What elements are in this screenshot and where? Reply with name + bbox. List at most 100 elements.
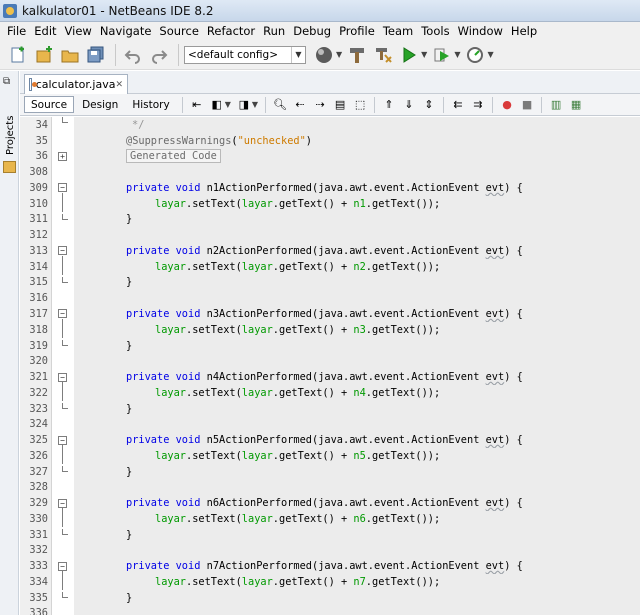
- clean-build-button[interactable]: [371, 43, 395, 67]
- code-line[interactable]: 332: [20, 542, 640, 559]
- menu-source[interactable]: Source: [155, 24, 203, 38]
- fold-toggle-icon[interactable]: −: [58, 498, 67, 508]
- chevron-down-icon[interactable]: ▼: [225, 100, 231, 109]
- new-project-button[interactable]: [32, 43, 56, 67]
- code-line[interactable]: 328: [20, 479, 640, 496]
- fold-toggle-icon[interactable]: −: [58, 183, 67, 193]
- code-line[interactable]: 335}: [20, 589, 640, 606]
- menu-profile[interactable]: Profile: [335, 24, 379, 38]
- code-line[interactable]: 309 private void n1ActionPerformed(java.a…: [20, 180, 640, 212]
- open-project-button[interactable]: [58, 43, 82, 67]
- chevron-down-icon[interactable]: ▼: [252, 100, 258, 109]
- menu-edit[interactable]: Edit: [30, 24, 60, 38]
- find-next-icon[interactable]: ⇢: [312, 97, 328, 113]
- fold-toggle-icon[interactable]: −: [58, 309, 67, 319]
- build-project-button[interactable]: [345, 43, 369, 67]
- code-line[interactable]: 325 private void n5ActionPerformed(java.a…: [20, 432, 640, 464]
- build-globe-button[interactable]: [312, 43, 336, 67]
- undo-button[interactable]: [121, 43, 145, 67]
- menu-help[interactable]: Help: [507, 24, 541, 38]
- next-bookmark-icon[interactable]: ⇓: [401, 97, 417, 113]
- history-view-button[interactable]: History: [126, 96, 175, 113]
- toggle-bookmark-icon[interactable]: ⇕: [421, 97, 437, 113]
- files-folder-icon[interactable]: [3, 161, 16, 173]
- code-line[interactable]: 329 private void n6ActionPerformed(java.a…: [20, 495, 640, 528]
- menu-tools[interactable]: Tools: [417, 24, 453, 38]
- code-line[interactable]: 333 private void n7ActionPerformed(java.a…: [20, 558, 640, 591]
- toggle-rect-select-icon[interactable]: ⬚: [352, 97, 368, 113]
- find-selection-icon[interactable]: 🔍︎: [272, 97, 288, 113]
- code-line[interactable]: 316: [20, 290, 640, 307]
- chevron-down-icon[interactable]: ▼: [487, 50, 493, 59]
- file-tab-calculator[interactable]: calculator.java ✕: [24, 74, 128, 94]
- menu-run[interactable]: Run: [259, 24, 289, 38]
- toggle-highlight-icon[interactable]: ▤: [332, 97, 348, 113]
- code-line[interactable]: 330 layar.setText(layar.getText() + n6.ge…: [20, 511, 640, 527]
- menu-view[interactable]: View: [61, 24, 96, 38]
- chevron-down-icon[interactable]: ▼: [336, 50, 342, 59]
- start-macro-icon[interactable]: ●: [499, 97, 515, 113]
- design-view-button[interactable]: Design: [76, 96, 124, 113]
- source-view-button[interactable]: Source: [24, 96, 75, 113]
- save-all-button[interactable]: [84, 43, 108, 67]
- code-line[interactable]: 324: [20, 416, 640, 433]
- code-line[interactable]: 319}: [20, 337, 640, 354]
- menu-debug[interactable]: Debug: [289, 24, 335, 38]
- fold-expand-icon[interactable]: +: [58, 151, 67, 161]
- code-line[interactable]: 311}: [20, 211, 640, 228]
- projects-side-tab[interactable]: Projects: [3, 95, 17, 155]
- code-line[interactable]: 314 layar.setText(layar.getText() + n2.ge…: [20, 258, 640, 275]
- fold-toggle-icon[interactable]: −: [58, 246, 67, 256]
- code-line[interactable]: 336: [20, 605, 640, 615]
- forward-icon[interactable]: ◨: [236, 97, 252, 113]
- code-line[interactable]: 35 @SuppressWarnings("unchecked"): [20, 132, 640, 149]
- new-file-button[interactable]: [6, 43, 30, 67]
- menu-refactor[interactable]: Refactor: [203, 24, 259, 38]
- chevron-down-icon[interactable]: ▼: [454, 50, 460, 59]
- code-line[interactable]: 34 */: [20, 117, 640, 133]
- menu-team[interactable]: Team: [379, 24, 417, 38]
- last-edit-icon[interactable]: ⇤: [189, 97, 205, 113]
- menu-window[interactable]: Window: [454, 24, 507, 38]
- fold-toggle-icon[interactable]: −: [58, 561, 67, 571]
- redo-button[interactable]: [147, 43, 171, 67]
- debug-project-button[interactable]: [430, 43, 454, 67]
- back-icon[interactable]: ◧: [209, 97, 225, 113]
- code-line[interactable]: 310 layar.setText(layar.getText() + n1.ge…: [20, 195, 640, 212]
- menu-navigate[interactable]: Navigate: [96, 24, 156, 38]
- code-line[interactable]: 327}: [20, 463, 640, 480]
- close-icon[interactable]: ✕: [115, 80, 123, 90]
- menu-file[interactable]: File: [3, 24, 30, 38]
- code-line[interactable]: 36 Generated Code +: [20, 148, 640, 165]
- code-editor[interactable]: 34 */ 35 @SuppressWarnings("unchecked") 36 Ge…: [20, 117, 640, 615]
- code-line[interactable]: 315}: [20, 274, 640, 291]
- code-line[interactable]: 312: [20, 227, 640, 244]
- code-line[interactable]: 322 layar.setText(layar.getText() + n4.ge…: [20, 384, 640, 401]
- comment-icon[interactable]: ▥: [548, 97, 564, 113]
- code-text: private void n3ActionPerformed(java.awt.…: [126, 307, 523, 320]
- code-line[interactable]: 308: [20, 164, 640, 181]
- run-project-button[interactable]: [397, 43, 421, 67]
- code-line[interactable]: 334 layar.setText(layar.getText() + n7.ge…: [20, 574, 640, 590]
- previous-bookmark-icon[interactable]: ⇑: [381, 97, 397, 113]
- folded-code-marker[interactable]: Generated Code: [126, 149, 221, 164]
- code-line[interactable]: 326 layar.setText(layar.getText() + n5.ge…: [20, 447, 640, 464]
- uncomment-icon[interactable]: ▦: [568, 97, 584, 113]
- code-line[interactable]: 318 layar.setText(layar.getText() + n3.ge…: [20, 321, 640, 338]
- shift-right-icon[interactable]: ⇉: [470, 97, 486, 113]
- code-line[interactable]: 323}: [20, 400, 640, 417]
- config-select[interactable]: <default config> ▼: [184, 45, 306, 64]
- fold-toggle-icon[interactable]: −: [58, 372, 67, 382]
- fold-toggle-icon[interactable]: −: [58, 435, 67, 445]
- code-line[interactable]: 331}: [20, 526, 640, 543]
- code-line[interactable]: 320: [20, 353, 640, 370]
- profile-project-button[interactable]: [463, 43, 487, 67]
- find-previous-icon[interactable]: ⇠: [292, 97, 308, 113]
- code-line[interactable]: 317 private void n3ActionPerformed(java.a…: [20, 306, 640, 338]
- shift-left-icon[interactable]: ⇇: [450, 97, 466, 113]
- window-layout-icon[interactable]: ⧉: [3, 76, 10, 87]
- stop-macro-icon[interactable]: ■: [519, 97, 535, 113]
- code-line[interactable]: 321 private void n4ActionPerformed(java.a…: [20, 369, 640, 401]
- chevron-down-icon[interactable]: ▼: [421, 50, 427, 59]
- code-line[interactable]: 313 private void n2ActionPerformed(java.a…: [20, 243, 640, 275]
